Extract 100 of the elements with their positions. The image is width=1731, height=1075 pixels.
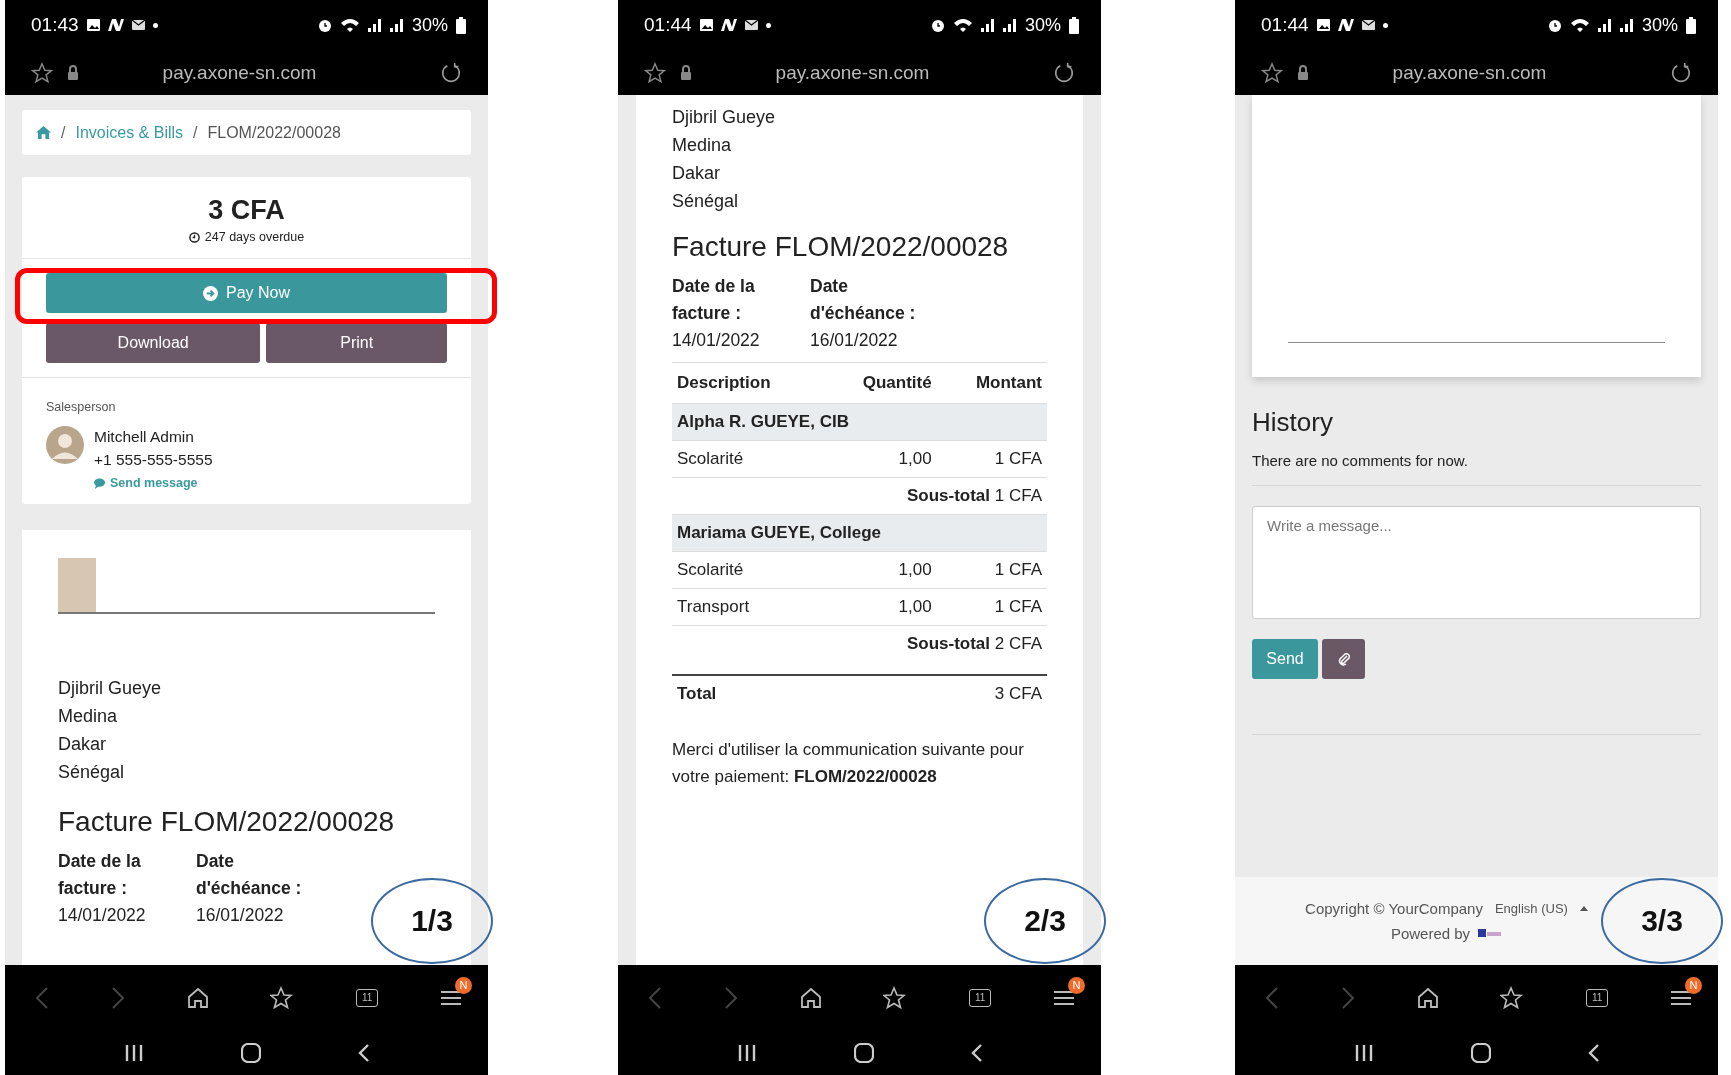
home-button-icon[interactable] (1470, 1042, 1491, 1063)
section-row: Alpha R. GUEYE, CIB (672, 403, 1047, 441)
wifi-icon (1569, 17, 1590, 33)
signal-icon (1002, 18, 1017, 32)
tabs-button[interactable]: 11 (356, 988, 379, 1007)
battery-percent: 30% (1641, 14, 1678, 36)
address-line: Sénégal (672, 190, 740, 213)
wifi-icon (952, 17, 973, 33)
table-cell: Scolarité (672, 440, 823, 478)
back-icon[interactable] (970, 1042, 983, 1063)
wifi-icon (339, 17, 360, 33)
amount-total: 3 CFA (207, 194, 286, 226)
address-line: Medina (672, 134, 733, 157)
bookmarks-icon[interactable] (883, 985, 908, 1010)
date-label: Date d'échéance : (810, 275, 917, 325)
battery-icon (456, 16, 466, 34)
signal-icon (389, 18, 404, 32)
notification-badge: N (1068, 976, 1085, 994)
battery-percent: 30% (1024, 14, 1061, 36)
tabs-button[interactable]: 11 (969, 988, 992, 1007)
breadcrumb-separator: / (61, 123, 66, 142)
reload-icon[interactable] (440, 61, 462, 84)
home-icon[interactable] (1416, 986, 1439, 1009)
star-icon[interactable] (1261, 61, 1283, 84)
status-time: 01:44 (644, 14, 692, 36)
paperclip-icon (1336, 652, 1351, 666)
overdue-text: 247 days overdue (204, 230, 305, 244)
total-label: Total (672, 675, 823, 712)
page-number-annotation: 2/3 (984, 878, 1106, 964)
tabs-button[interactable]: 11 (1586, 988, 1609, 1007)
date-value: 16/01/2022 (810, 329, 899, 352)
home-icon[interactable] (186, 986, 209, 1009)
menu-icon[interactable] (1670, 988, 1692, 1007)
message-field[interactable]: Write a message... (1252, 506, 1701, 619)
dot-icon (1382, 22, 1388, 28)
lock-icon (67, 64, 79, 81)
address-line: Dakar (672, 162, 721, 185)
caret-icon (1579, 906, 1588, 911)
lock-icon (680, 64, 692, 81)
star-icon[interactable] (644, 61, 666, 84)
home-icon[interactable] (799, 986, 822, 1009)
battery-icon (1069, 16, 1079, 34)
gallery-icon (1316, 19, 1330, 31)
table-cell: Transport (672, 588, 823, 626)
date-label: Date de la facture : (672, 275, 756, 325)
salesperson-name: Mitchell Admin (94, 428, 195, 446)
star-icon[interactable] (31, 61, 53, 84)
clock-icon (188, 231, 200, 243)
alarm-icon (930, 18, 945, 32)
n-logo-icon (720, 19, 737, 31)
reload-icon[interactable] (1053, 61, 1075, 84)
signal-icon (980, 18, 995, 32)
table-cell: Scolarité (672, 551, 823, 589)
logo-image-placeholder (58, 558, 96, 612)
back-icon[interactable] (1587, 1042, 1600, 1063)
bookmarks-icon[interactable] (270, 985, 295, 1010)
alarm-icon (1547, 18, 1562, 32)
table-cell: 1,00 (822, 551, 937, 589)
table-cell: 1,00 (822, 588, 937, 626)
arrow-circle-icon (203, 285, 218, 301)
column-header: Description (672, 362, 823, 404)
address-line: Djibril Gueye (672, 106, 777, 129)
mail-icon (1361, 20, 1375, 30)
attach-button[interactable] (1322, 639, 1365, 679)
breadcrumb-separator: / (193, 123, 198, 142)
home-button-icon[interactable] (853, 1042, 874, 1063)
subtotal-amount: 2 CFA (994, 634, 1042, 653)
powered-by-text: Powered by (1390, 925, 1471, 942)
action-button[interactable]: Download (46, 323, 261, 363)
date-label: Date d'échéance : (196, 850, 303, 900)
copyright-text: Copyright © YourCompany (1305, 900, 1483, 917)
menu-icon[interactable] (440, 988, 462, 1007)
lock-icon (1297, 64, 1309, 81)
breadcrumb-current: FLOM/2022/00028 (207, 123, 341, 142)
back-icon[interactable] (357, 1042, 370, 1063)
table-cell: 1 CFA (936, 551, 1047, 589)
status-time: 01:44 (1261, 14, 1309, 36)
reload-icon[interactable] (1670, 61, 1692, 84)
subtotal-label: Sous-total (906, 634, 990, 653)
address-line: Sénégal (58, 761, 126, 784)
recent-apps-icon[interactable] (123, 1043, 144, 1062)
salesperson-label: Salesperson (46, 400, 117, 414)
brand-logo-icon (1478, 928, 1503, 939)
date-label: Date de la facture : (58, 850, 142, 900)
date-value: 14/01/2022 (672, 329, 761, 352)
address-line: Dakar (58, 733, 107, 756)
section-row: Mariama GUEYE, College (672, 514, 1047, 552)
n-logo-icon (1337, 19, 1354, 31)
no-comments-text: There are no comments for now. (1252, 452, 1469, 469)
recent-apps-icon[interactable] (1353, 1043, 1374, 1062)
date-value: 16/01/2022 (196, 904, 285, 927)
address-line: Djibril Gueye (58, 677, 163, 700)
recent-apps-icon[interactable] (736, 1043, 757, 1062)
bookmarks-icon[interactable] (1500, 985, 1525, 1010)
column-header: Montant (936, 362, 1047, 404)
menu-icon[interactable] (1053, 988, 1075, 1007)
address-line: Medina (58, 705, 119, 728)
action-button[interactable]: Print (266, 323, 447, 363)
home-button-icon[interactable] (240, 1042, 261, 1063)
language-selector[interactable]: English (US) (1494, 901, 1568, 916)
